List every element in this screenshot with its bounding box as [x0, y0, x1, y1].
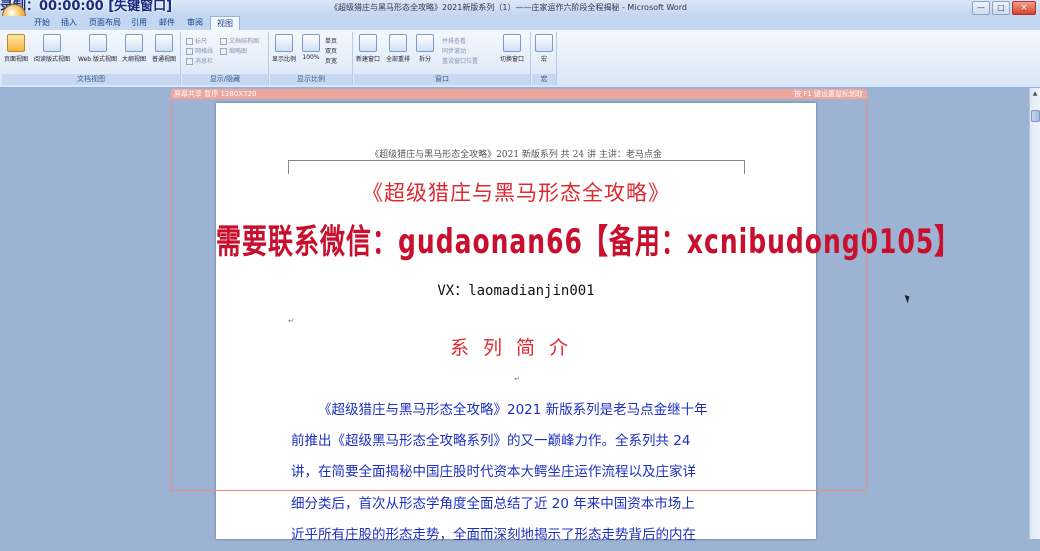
- web-layout-button[interactable]: Web 版式视图: [78, 34, 117, 63]
- new-window-button[interactable]: 新建窗口: [356, 34, 380, 63]
- outline-button[interactable]: 大纲视图: [122, 34, 146, 63]
- zoom-label: 显示比例: [272, 56, 297, 63]
- sync-scroll-button[interactable]: 同步滚动: [442, 46, 466, 55]
- body-line: 近乎所有庄股的形态走势，全面而深刻地揭示了形态走势背后的内在: [291, 526, 696, 543]
- switch-windows-button[interactable]: 切换窗口: [500, 34, 524, 63]
- tab-page-layout[interactable]: 页面布局: [89, 16, 121, 30]
- new-window-icon: [359, 34, 377, 52]
- draft-button[interactable]: 普通视图: [152, 34, 176, 63]
- switch-windows-icon: [503, 34, 521, 52]
- zoom-button[interactable]: 显示比例: [272, 34, 296, 63]
- two-pages-label: 双页: [325, 48, 338, 55]
- window-controls: — □ ✕: [972, 1, 1036, 15]
- ribbon-tabs: 开始 插入 页面布局 引用 邮件 审阅 视图: [0, 16, 1040, 31]
- print-layout-button[interactable]: 页面视图: [4, 34, 28, 63]
- page-width-button[interactable]: 页宽: [325, 56, 337, 65]
- zoom-100-label: 100%: [302, 54, 320, 61]
- capture-hint: 按 F1 键设置鼠标划取: [794, 90, 863, 98]
- group-label: 窗口: [354, 74, 530, 85]
- new-window-label: 新建窗口: [356, 56, 381, 63]
- page-icon: [7, 34, 25, 52]
- gridlines-label: 网格线: [195, 48, 214, 55]
- tab-insert[interactable]: 插入: [61, 16, 77, 30]
- side-by-side-button[interactable]: 并排查看: [442, 36, 466, 45]
- document-map-label: 文档结构图: [229, 38, 260, 45]
- tab-view[interactable]: 视图: [210, 16, 240, 31]
- message-bar-checkbox[interactable]: 消息栏: [186, 56, 213, 65]
- capture-toolbar: 屏幕共享 暂停 1280X720 按 F1 键设置鼠标划取: [171, 89, 867, 99]
- group-window: 新建窗口 全部重排 拆分 并排查看 同步滚动 重设窗口位置 切换窗口 窗口: [354, 32, 531, 85]
- message-bar-label: 消息栏: [195, 58, 214, 65]
- window-title: 《超级猎庄与黑马形态全攻略》2021新版系列（1）——庄家运作六阶段全程揭秘 -…: [330, 3, 687, 12]
- macros-label: 宏: [540, 56, 547, 63]
- switch-windows-label: 切换窗口: [500, 56, 525, 63]
- one-page-button[interactable]: 单页: [325, 36, 337, 45]
- sync-scroll-label: 同步滚动: [442, 48, 467, 55]
- outline-label: 大纲视图: [122, 56, 147, 63]
- group-macros: 宏 宏: [532, 32, 557, 85]
- capture-share-label[interactable]: 屏幕共享: [174, 90, 202, 98]
- gridlines-checkbox[interactable]: 网格线: [186, 46, 213, 55]
- group-label: 宏: [532, 74, 556, 85]
- macros-button[interactable]: 宏: [535, 34, 553, 63]
- vertical-scrollbar[interactable]: ▲: [1029, 88, 1040, 539]
- outline-icon: [125, 34, 143, 52]
- ruler-label: 标尺: [195, 38, 208, 45]
- globe-icon: [88, 34, 107, 52]
- full-screen-reading-label: 阅读版式视图: [34, 56, 71, 63]
- tab-home[interactable]: 开始: [34, 16, 50, 30]
- group-label: 显示比例: [270, 74, 352, 85]
- tab-references[interactable]: 引用: [131, 16, 147, 30]
- tab-review[interactable]: 审阅: [187, 16, 203, 30]
- page-width-label: 页宽: [325, 58, 338, 65]
- arrange-all-button[interactable]: 全部重排: [386, 34, 410, 63]
- book-icon: [43, 34, 61, 52]
- reset-window-button[interactable]: 重设窗口位置: [442, 56, 478, 65]
- minimize-button[interactable]: —: [972, 1, 990, 15]
- arrange-all-label: 全部重排: [386, 56, 411, 63]
- capture-size-label: 1280X720: [220, 90, 257, 98]
- draft-label: 普通视图: [152, 56, 177, 63]
- thumbnails-label: 缩略图: [229, 48, 248, 55]
- draft-icon: [155, 34, 173, 52]
- web-layout-label: Web 版式视图: [78, 56, 117, 63]
- document-map-checkbox[interactable]: 文档结构图: [220, 36, 259, 45]
- print-layout-label: 页面视图: [4, 56, 29, 63]
- zoom-100-button[interactable]: 100%: [302, 34, 320, 61]
- two-pages-button[interactable]: 双页: [325, 46, 337, 55]
- group-label: 文档视图: [2, 74, 180, 85]
- close-button[interactable]: ✕: [1012, 1, 1036, 15]
- ribbon: 页面视图 阅读版式视图 Web 版式视图 大纲视图 普通视图 文档视图 标尺 网…: [0, 30, 1040, 88]
- arrange-icon: [389, 34, 407, 52]
- page-100-icon: [302, 34, 320, 52]
- group-show-hide: 标尺 网格线 消息栏 文档结构图 缩略图 显示/隐藏: [182, 32, 269, 85]
- scroll-thumb[interactable]: [1031, 110, 1040, 122]
- maximize-button[interactable]: □: [992, 1, 1010, 15]
- group-document-views: 页面视图 阅读版式视图 Web 版式视图 大纲视图 普通视图 文档视图: [2, 32, 181, 85]
- capture-mode-label[interactable]: 暂停: [204, 90, 218, 98]
- full-screen-reading-button[interactable]: 阅读版式视图: [34, 34, 70, 63]
- group-label: 显示/隐藏: [182, 74, 268, 85]
- one-page-label: 单页: [325, 38, 338, 45]
- tab-mailings[interactable]: 邮件: [159, 16, 175, 30]
- reset-window-label: 重设窗口位置: [442, 58, 479, 65]
- macro-icon: [535, 34, 553, 52]
- scroll-up-icon[interactable]: ▲: [1031, 90, 1039, 98]
- capture-info: 屏幕共享 暂停 1280X720: [174, 89, 256, 99]
- thumbnails-checkbox[interactable]: 缩略图: [220, 46, 247, 55]
- magnifier-icon: [275, 34, 293, 52]
- split-icon: [416, 34, 434, 52]
- capture-frame[interactable]: [171, 89, 867, 491]
- ruler-checkbox[interactable]: 标尺: [186, 36, 207, 45]
- body-line: 细分类后，首次从形态学角度全面总结了近 20 年来中国资本市场上: [291, 495, 695, 512]
- group-zoom: 显示比例 100% 单页 双页 页宽 显示比例: [270, 32, 353, 85]
- split-button[interactable]: 拆分: [416, 34, 434, 63]
- side-by-side-label: 并排查看: [442, 38, 467, 45]
- split-label: 拆分: [418, 56, 431, 63]
